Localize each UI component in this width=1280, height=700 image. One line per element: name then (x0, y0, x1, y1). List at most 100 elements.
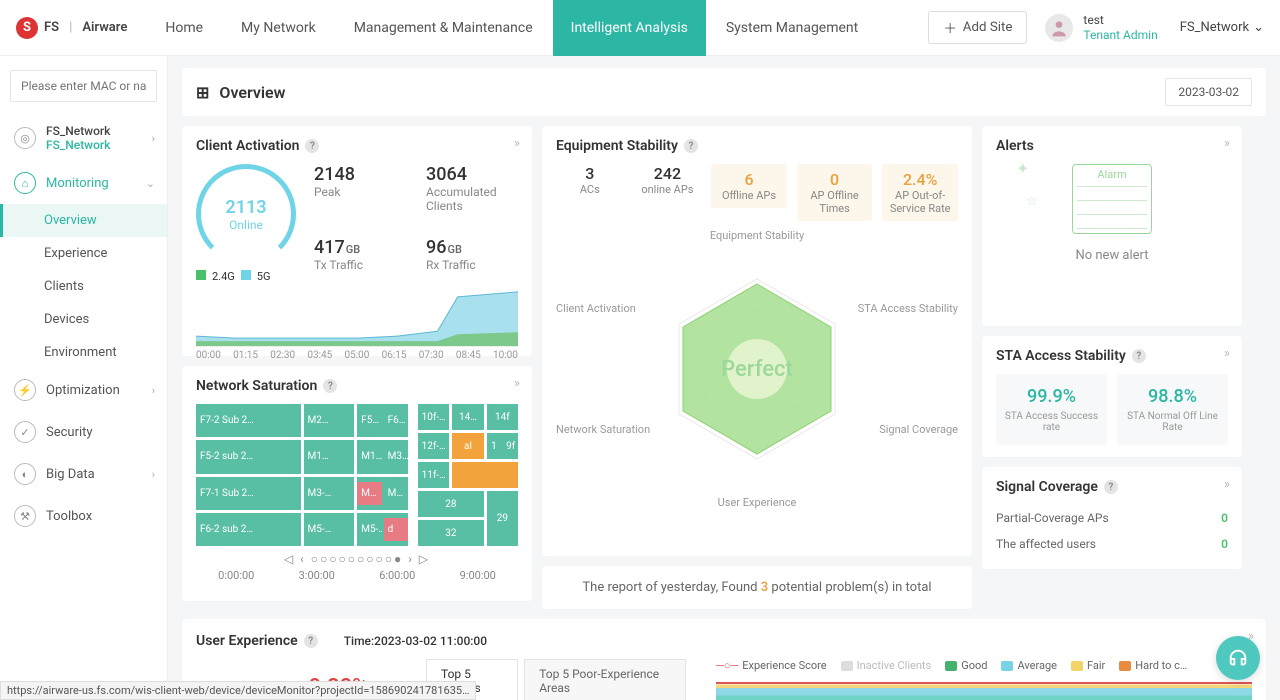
card-title-network-saturation: Network Saturation (196, 378, 317, 394)
report-count: 3 (761, 580, 768, 595)
peak-value: 2148 (314, 164, 406, 185)
help-icon[interactable]: ? (1132, 349, 1146, 363)
expand-icon[interactable]: » (514, 376, 520, 391)
chevron-right-icon: › (152, 384, 155, 397)
site-selector-label: FS_Network (1180, 20, 1249, 35)
sidebar-optimization-label: Optimization (46, 383, 120, 398)
expand-icon[interactable]: » (1224, 346, 1230, 361)
affected-users-label: The affected users (996, 537, 1096, 551)
help-icon[interactable]: ? (1104, 480, 1118, 494)
card-alerts: » Alerts ☆ ✦ No new alert (982, 126, 1242, 326)
nav-home[interactable]: Home (147, 0, 221, 56)
page-title: Overview (219, 83, 285, 102)
help-icon[interactable]: ? (684, 139, 698, 153)
expand-icon[interactable]: » (514, 136, 520, 151)
expand-icon[interactable]: » (1224, 477, 1230, 492)
legend-24g-5g: 2.4G 5G (196, 270, 296, 283)
tx-label: Tx Traffic (314, 258, 406, 272)
card-title-signal-coverage: Signal Coverage (996, 479, 1098, 495)
ue-legend: ─○─Experience Score Inactive Clients Goo… (716, 659, 1252, 672)
ue-time-label: Time:2023-03-02 11:00:00 (344, 634, 487, 648)
location-icon: ◎ (14, 127, 36, 149)
no-alert-text: No new alert (996, 248, 1228, 263)
nav-system-mgmt[interactable]: System Management (708, 0, 876, 56)
nav-intelligent-analysis[interactable]: Intelligent Analysis (553, 0, 706, 56)
sidebar-sub-environment[interactable]: Environment (0, 336, 167, 369)
sta-offline-label: STA Normal Off Line Rate (1123, 411, 1222, 433)
sidebar-monitoring[interactable]: ⌂ Monitoring ⌄ (0, 162, 167, 204)
sidebar-sub-overview[interactable]: Overview (0, 204, 167, 237)
card-title-sta-access: STA Access Stability (996, 348, 1126, 364)
sidebar-sub-experience[interactable]: Experience (0, 237, 167, 270)
card-client-activation: » Client Activation? 2113 Online 2.4G 5G (182, 126, 532, 356)
legend-5g: 5G (257, 270, 271, 283)
radar-chart[interactable]: Perfect Equipment Stability STA Access S… (556, 229, 958, 509)
search-input[interactable] (10, 70, 157, 102)
sidebar-bigdata-label: Big Data (46, 467, 95, 482)
user-name: test (1083, 13, 1157, 27)
plus-icon: ＋ (943, 18, 956, 37)
accum-value: 3064 (426, 164, 518, 185)
toolbox-icon: ⚒ (14, 505, 36, 527)
saturation-treemap-right[interactable]: 10f-…14…14f 12f-…al19f 11f-… 2829 32 (418, 404, 518, 546)
overview-header: ⊞ Overview 2023-03-02 (182, 68, 1266, 116)
online-value: 2113 (225, 197, 266, 218)
radar-label-br: Signal Coverage (879, 423, 958, 436)
sta-success-value: 99.9% (1002, 386, 1101, 407)
card-signal-coverage: » Signal Coverage? Partial-Coverage APs0… (982, 467, 1242, 569)
fs-logo-icon: S (16, 17, 38, 39)
partial-coverage-value: 0 (1221, 511, 1228, 525)
sidebar-sub-clients[interactable]: Clients (0, 270, 167, 303)
status-bar-url: https://airware-us.fs.com/wis-client-web… (0, 681, 476, 700)
sidebar-monitoring-label: Monitoring (46, 176, 109, 191)
support-fab[interactable] (1216, 636, 1260, 680)
grid-icon: ⊞ (196, 83, 209, 102)
help-icon[interactable]: ? (323, 379, 337, 393)
online-donut: 2113 Online (196, 164, 296, 264)
sidebar-network[interactable]: ◎ FS_Network FS_Network › (0, 114, 167, 162)
network-name-2: FS_Network (46, 138, 110, 152)
client-activation-chart[interactable] (196, 287, 518, 347)
sidebar-toolbox[interactable]: ⚒ Toolbox (0, 495, 167, 537)
expand-icon[interactable]: » (1224, 136, 1230, 151)
sidebar-bigdata[interactable]: ◐ Big Data › (0, 453, 167, 495)
radar-label-tr: STA Access Stability (858, 302, 958, 315)
brand-name: Airware (82, 20, 127, 35)
headset-icon (1227, 647, 1249, 669)
sidebar-sub-devices[interactable]: Devices (0, 303, 167, 336)
report-summary[interactable]: The report of yesterday, Found 3 potenti… (542, 566, 972, 609)
nav-mgmt[interactable]: Management & Maintenance (336, 0, 551, 56)
sidebar-security-label: Security (46, 425, 93, 440)
user-area[interactable]: test Tenant Admin (1045, 13, 1157, 42)
help-icon[interactable]: ? (304, 634, 318, 648)
radar-label-top: Equipment Stability (710, 229, 804, 242)
chevron-right-icon: › (152, 468, 155, 481)
add-site-button[interactable]: ＋ Add Site (928, 11, 1027, 44)
radar-label-tl: Client Activation (556, 302, 636, 315)
saturation-treemap[interactable]: F7-2 Sub 2… M2… F5…F6… F5-2 sub 2… M1… M… (196, 404, 408, 546)
saturation-timeline-dots[interactable]: ◁ ‹ ○○○○○○○○○● › ▷ (196, 552, 518, 566)
sidebar-security[interactable]: ✓ Security (0, 411, 167, 453)
accum-label: Accumulated Clients (426, 185, 518, 213)
nav-my-network[interactable]: My Network (223, 0, 334, 56)
card-network-saturation: » Network Saturation? F7-2 Sub 2… M2… F5… (182, 366, 532, 601)
user-role: Tenant Admin (1083, 28, 1157, 42)
brand-logo: S FS | Airware (16, 17, 127, 39)
affected-users-value: 0 (1221, 537, 1228, 551)
tx-unit: GB (346, 243, 360, 256)
card-title-user-experience: User Experience (196, 633, 298, 649)
brand-fs: FS (44, 20, 59, 35)
bolt-icon: ⚡ (14, 379, 36, 401)
sidebar-optimization[interactable]: ⚡ Optimization › (0, 369, 167, 411)
tab-top-areas[interactable]: Top 5 Poor-Experience Areas (524, 659, 686, 700)
help-icon[interactable]: ? (305, 139, 319, 153)
date-picker[interactable]: 2023-03-02 (1165, 78, 1252, 106)
ue-chart[interactable] (716, 678, 1252, 700)
data-icon: ◐ (14, 463, 36, 485)
equipment-stats: 3ACs 242online APs 6Offline APs 0AP Offl… (556, 164, 958, 221)
star-icon: ☆ (1026, 194, 1038, 209)
monitor-icon: ⌂ (14, 172, 36, 194)
content-area[interactable]: ⊞ Overview 2023-03-02 » Client Activatio… (168, 56, 1280, 700)
radar-label-b: User Experience (718, 496, 797, 509)
site-selector[interactable]: FS_Network ⌄ (1180, 20, 1264, 35)
